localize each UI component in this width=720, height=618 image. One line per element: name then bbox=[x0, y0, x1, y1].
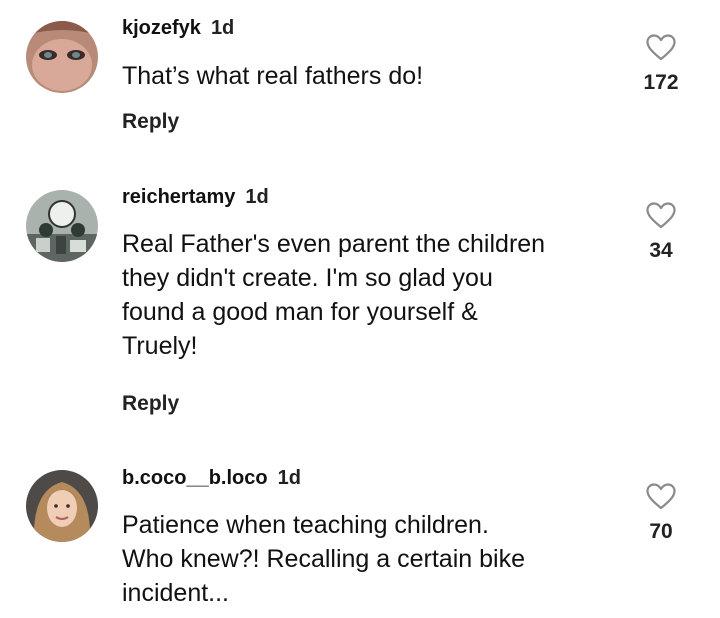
comment-text: Real Father's even parent the children t… bbox=[122, 230, 546, 360]
heart-icon[interactable] bbox=[646, 483, 676, 510]
heart-icon[interactable] bbox=[646, 202, 676, 229]
comment-text: That’s what real fathers do! bbox=[122, 62, 424, 90]
like-count: 34 bbox=[649, 239, 673, 262]
username-link[interactable]: b.coco__b.loco bbox=[122, 467, 268, 489]
comment-text: Patience when teaching children. Who kne… bbox=[122, 511, 525, 607]
like-control: 172 bbox=[636, 34, 686, 95]
reply-button[interactable]: Reply bbox=[122, 110, 179, 134]
reply-button[interactable]: Reply bbox=[122, 392, 179, 416]
like-count: 70 bbox=[649, 520, 673, 543]
comment-meta: b.coco__b.loco 1d bbox=[122, 467, 301, 490]
avatar[interactable] bbox=[26, 470, 98, 542]
timestamp: 1d bbox=[245, 186, 269, 208]
avatar[interactable] bbox=[26, 21, 98, 93]
like-control: 70 bbox=[636, 483, 686, 544]
avatar-photo-room bbox=[26, 190, 98, 262]
username-link[interactable]: reichertamy bbox=[122, 186, 235, 208]
timestamp: 1d bbox=[210, 17, 235, 39]
timestamp: 1d bbox=[277, 467, 301, 489]
heart-icon[interactable] bbox=[646, 34, 676, 61]
like-control: 34 bbox=[636, 202, 686, 263]
comment-meta: reichertamy 1d bbox=[122, 186, 269, 209]
username-link[interactable]: kjozefyk bbox=[122, 17, 201, 39]
avatar[interactable] bbox=[26, 190, 98, 262]
comment-meta: kjozefyk 1d bbox=[122, 17, 234, 40]
avatar-photo-woman bbox=[26, 470, 98, 542]
avatar-photo-face bbox=[26, 21, 98, 93]
like-count: 172 bbox=[643, 71, 679, 94]
